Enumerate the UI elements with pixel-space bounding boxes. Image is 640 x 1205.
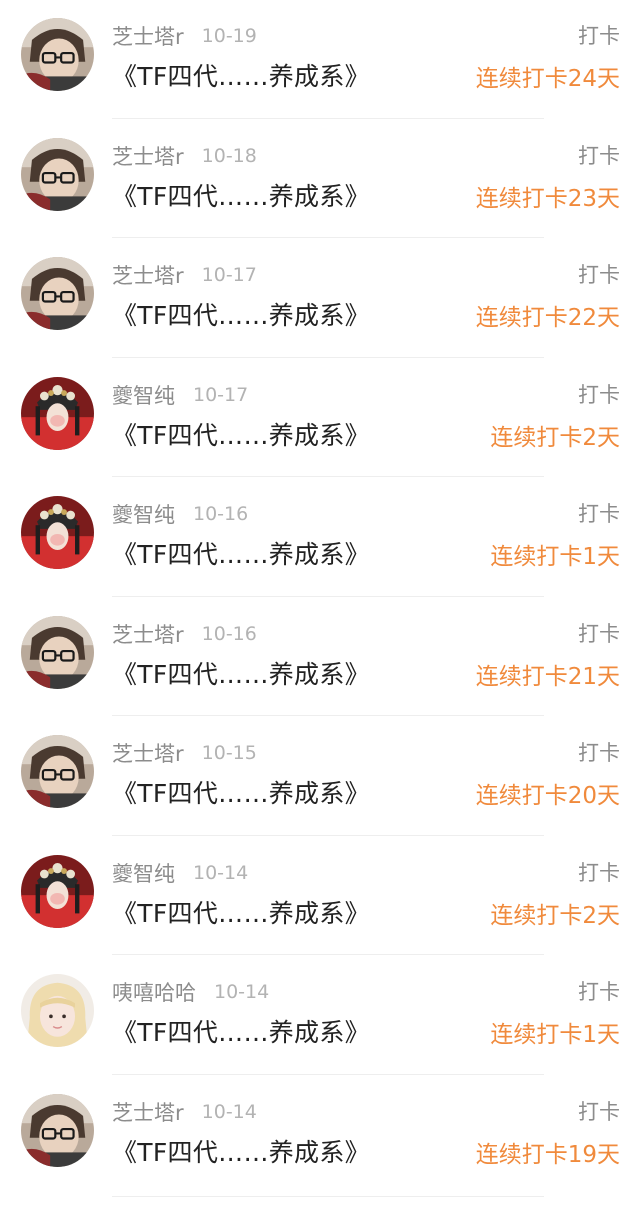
man-with-glasses-avatar[interactable] xyxy=(21,735,94,808)
record-meta: 芝士塔r 10-19 xyxy=(112,20,257,52)
book-title[interactable]: 《TF四代……养成系》 xyxy=(112,774,370,810)
username[interactable]: 夔智纯 xyxy=(112,499,175,529)
record-meta: 咦嘻哈哈 10-14 xyxy=(112,976,269,1008)
checkin-streak: 连续打卡1天 xyxy=(490,544,620,570)
username[interactable]: 夔智纯 xyxy=(112,380,175,410)
post-date: 10-14 xyxy=(193,861,249,884)
checkin-streak: 连续打卡1天 xyxy=(490,1022,620,1048)
record-meta: 夔智纯 10-14 xyxy=(112,857,248,889)
divider xyxy=(112,237,544,238)
divider xyxy=(112,356,544,358)
book-title[interactable]: 《TF四代……养成系》 xyxy=(112,296,370,332)
post-date: 10-14 xyxy=(214,981,270,1003)
book-title[interactable]: 《TF四代……养成系》 xyxy=(112,894,370,930)
divider xyxy=(112,1073,544,1075)
checkin-streak: 连续打卡19天 xyxy=(475,1141,620,1168)
username[interactable]: 咦嘻哈哈 xyxy=(112,977,196,1007)
man-with-glasses-avatar[interactable] xyxy=(21,137,94,211)
checkin-type-label: 打卡 xyxy=(578,143,620,168)
checkin-streak: 连续打卡24天 xyxy=(475,66,620,92)
username[interactable]: 芝士塔r xyxy=(112,619,184,649)
book-title[interactable]: 《TF四代……养成系》 xyxy=(112,655,370,691)
book-title[interactable]: 《TF四代……养成系》 xyxy=(112,1013,370,1049)
book-title[interactable]: 《TF四代……养成系》 xyxy=(112,177,370,213)
post-date: 10-16 xyxy=(201,622,257,645)
record-meta: 芝士塔r 10-14 xyxy=(112,1096,257,1128)
divider xyxy=(112,1196,544,1197)
checkin-record-list: 芝士塔r 10-19 《TF四代……养成系》 打卡 连续打卡24天 芝士塔r 1… xyxy=(0,0,640,1197)
checkin-record-item[interactable]: 咦嘻哈哈 10-14 《TF四代……养成系》 打卡 连续打卡1天 xyxy=(0,956,640,1076)
username[interactable]: 芝士塔r xyxy=(112,738,184,768)
checkin-record-item[interactable]: 芝士塔r 10-18 《TF四代……养成系》 打卡 连续打卡23天 xyxy=(0,120,640,240)
man-with-glasses-avatar[interactable] xyxy=(21,615,94,689)
post-date: 10-16 xyxy=(193,503,249,525)
checkin-record-item[interactable]: 夔智纯 10-17 《TF四代……养成系》 打卡 连续打卡2天 xyxy=(0,359,640,479)
post-date: 10-19 xyxy=(201,25,257,47)
username[interactable]: 芝士塔r xyxy=(112,1097,184,1127)
book-title[interactable]: 《TF四代……养成系》 xyxy=(112,535,370,571)
blonde-girl-avatar[interactable] xyxy=(21,974,94,1047)
man-with-glasses-avatar[interactable] xyxy=(21,1093,94,1167)
man-with-glasses-avatar[interactable] xyxy=(21,257,94,330)
record-meta: 夔智纯 10-16 xyxy=(112,498,248,530)
opera-performer-avatar[interactable] xyxy=(21,496,94,569)
checkin-type-label: 打卡 xyxy=(578,1099,620,1124)
checkin-type-label: 打卡 xyxy=(578,621,620,646)
checkin-record-item[interactable]: 夔智纯 10-14 《TF四代……养成系》 打卡 连续打卡2天 xyxy=(0,837,640,957)
divider xyxy=(112,954,544,955)
opera-performer-avatar[interactable] xyxy=(21,854,94,928)
man-with-glasses-avatar[interactable] xyxy=(21,18,94,91)
username[interactable]: 芝士塔r xyxy=(112,260,184,290)
record-meta: 芝士塔r 10-15 xyxy=(112,737,257,769)
divider xyxy=(112,476,544,477)
post-date: 10-15 xyxy=(201,742,257,764)
checkin-streak: 连续打卡20天 xyxy=(475,783,620,809)
checkin-type-label: 打卡 xyxy=(578,860,620,885)
post-date: 10-17 xyxy=(193,383,249,406)
checkin-streak: 连续打卡21天 xyxy=(475,663,620,690)
checkin-record-item[interactable]: 芝士塔r 10-19 《TF四代……养成系》 打卡 连续打卡24天 xyxy=(0,0,640,120)
divider xyxy=(112,117,544,119)
checkin-record-item[interactable]: 芝士塔r 10-16 《TF四代……养成系》 打卡 连续打卡21天 xyxy=(0,598,640,718)
checkin-type-label: 打卡 xyxy=(578,263,620,287)
record-meta: 芝士塔r 10-17 xyxy=(112,259,257,291)
divider xyxy=(112,715,544,716)
book-title[interactable]: 《TF四代……养成系》 xyxy=(112,57,370,93)
record-meta: 芝士塔r 10-16 xyxy=(112,618,257,650)
opera-performer-avatar[interactable] xyxy=(21,376,94,450)
checkin-streak: 连续打卡2天 xyxy=(490,424,620,451)
divider xyxy=(112,834,544,836)
divider xyxy=(112,595,544,597)
checkin-type-label: 打卡 xyxy=(578,741,620,765)
checkin-type-label: 打卡 xyxy=(578,980,620,1004)
username[interactable]: 芝士塔r xyxy=(112,21,184,51)
checkin-streak: 连续打卡2天 xyxy=(490,902,620,929)
username[interactable]: 芝士塔r xyxy=(112,141,184,171)
checkin-type-label: 打卡 xyxy=(578,24,620,48)
checkin-streak: 连续打卡23天 xyxy=(475,185,620,212)
checkin-record-item[interactable]: 芝士塔r 10-17 《TF四代……养成系》 打卡 连续打卡22天 xyxy=(0,239,640,359)
checkin-type-label: 打卡 xyxy=(578,382,620,407)
record-meta: 夔智纯 10-17 xyxy=(112,379,248,411)
book-title[interactable]: 《TF四代……养成系》 xyxy=(112,1133,370,1169)
checkin-type-label: 打卡 xyxy=(578,502,620,526)
username[interactable]: 夔智纯 xyxy=(112,858,175,888)
post-date: 10-18 xyxy=(201,144,257,167)
book-title[interactable]: 《TF四代……养成系》 xyxy=(112,416,370,452)
post-date: 10-14 xyxy=(201,1100,257,1123)
checkin-streak: 连续打卡22天 xyxy=(475,305,620,331)
checkin-record-item[interactable]: 芝士塔r 10-15 《TF四代……养成系》 打卡 连续打卡20天 xyxy=(0,717,640,837)
record-meta: 芝士塔r 10-18 xyxy=(112,140,257,172)
post-date: 10-17 xyxy=(201,264,257,286)
checkin-record-item[interactable]: 芝士塔r 10-14 《TF四代……养成系》 打卡 连续打卡19天 xyxy=(0,1076,640,1197)
checkin-record-item[interactable]: 夔智纯 10-16 《TF四代……养成系》 打卡 连续打卡1天 xyxy=(0,478,640,598)
